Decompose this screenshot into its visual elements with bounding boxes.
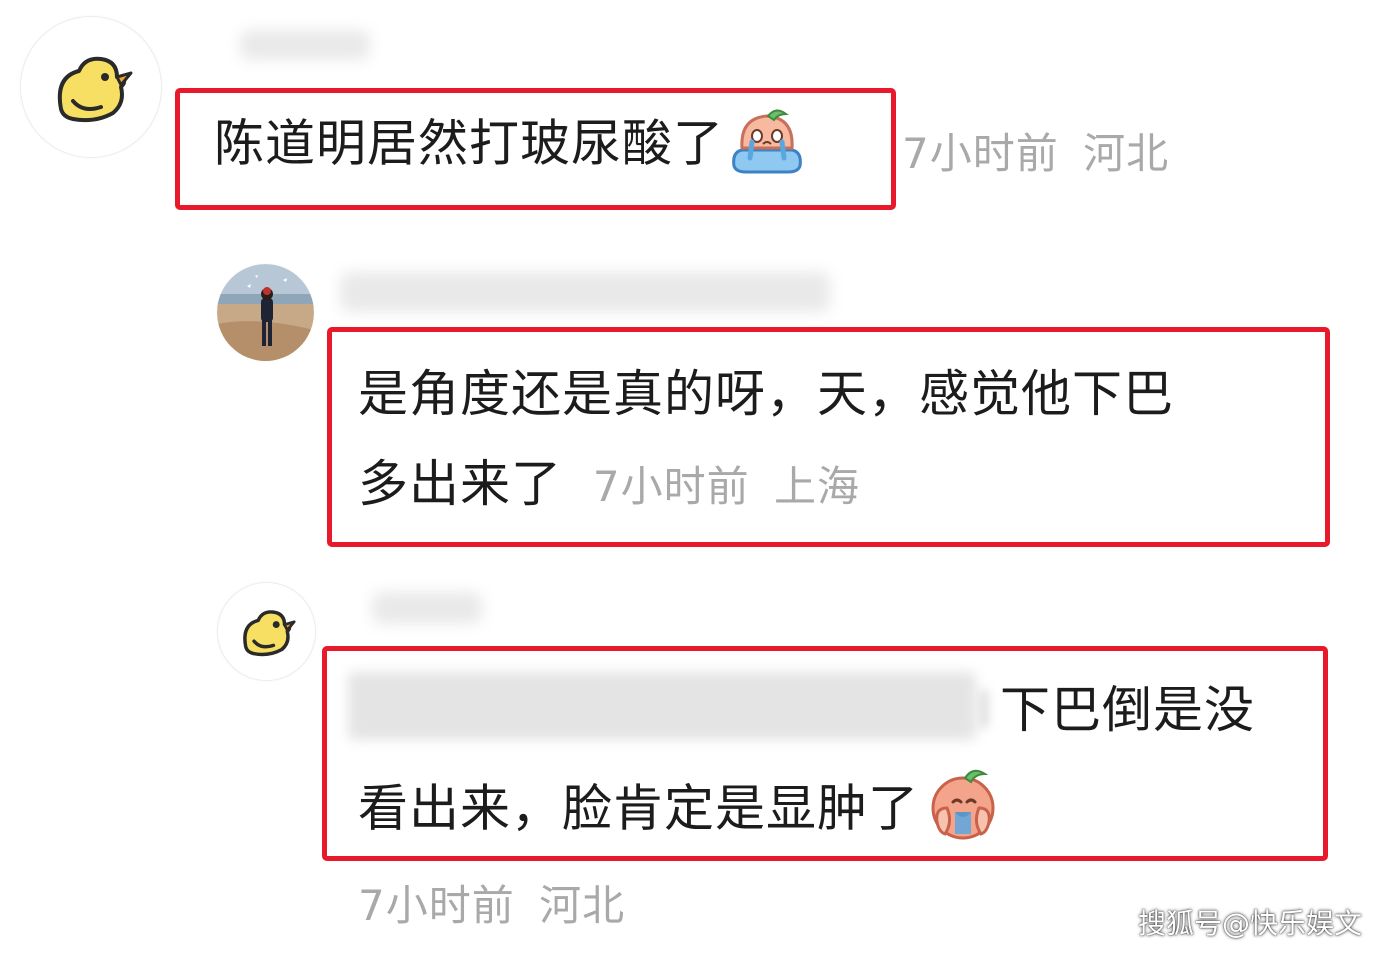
user-avatar[interactable] bbox=[217, 264, 314, 361]
blurred-username bbox=[340, 272, 830, 312]
comment-text: 陈道明居然打玻尿酸了 bbox=[214, 109, 806, 180]
comment-location: 河北 bbox=[539, 881, 626, 930]
comment-location: 河北 bbox=[1083, 129, 1170, 178]
chick-icon bbox=[21, 17, 161, 157]
comment-text-line-1: 下巴倒是没 bbox=[1000, 681, 1255, 739]
source-watermark: 搜狐号@快乐娱文 bbox=[1137, 907, 1362, 940]
comment-text-line-2: 看出来，脸肯定是显肿了 bbox=[358, 769, 1001, 848]
comment-time: 7小时前 bbox=[902, 129, 1059, 178]
comment-meta: 7小时前 河北 bbox=[358, 872, 625, 933]
blurred-reply-mention bbox=[348, 672, 976, 740]
comment-text-line-2: 多出来了 7小时前 上海 bbox=[358, 455, 861, 513]
comment-location: 上海 bbox=[774, 462, 861, 511]
comment-time: 7小时前 bbox=[592, 462, 750, 511]
comment-time: 7小时前 bbox=[358, 881, 515, 930]
blurred-username bbox=[240, 30, 370, 60]
beach-photo-icon bbox=[217, 264, 314, 361]
chick-icon bbox=[218, 583, 315, 680]
comment-meta: 7小时前 上海 bbox=[593, 462, 860, 511]
comment-text-line-1: 是角度还是真的呀，天，感觉他下巴 bbox=[358, 365, 1174, 423]
comment-body: 陈道明居然打玻尿酸了 bbox=[214, 114, 724, 173]
comment-meta: 7小时前 河北 bbox=[902, 120, 1169, 181]
blurred-colon bbox=[980, 690, 988, 728]
crying-face-emoji-icon bbox=[728, 108, 806, 174]
user-avatar[interactable] bbox=[217, 582, 316, 681]
user-avatar[interactable] bbox=[20, 16, 162, 158]
highlight-box bbox=[327, 327, 1330, 547]
crying-face-emoji-icon bbox=[925, 768, 1001, 840]
blurred-username bbox=[372, 592, 482, 624]
